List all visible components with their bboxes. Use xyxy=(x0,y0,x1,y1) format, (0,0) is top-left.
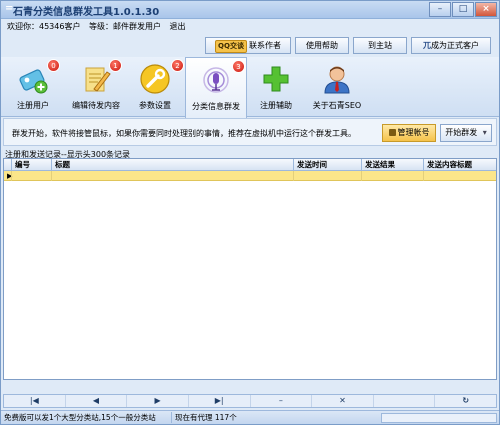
manage-account-button[interactable]: 管理帐号 xyxy=(382,124,436,142)
nav-delete-button[interactable]: – xyxy=(251,395,313,407)
toolbar-edit-label: 编辑待发内容 xyxy=(72,101,120,110)
row-cell-content-title[interactable] xyxy=(424,171,496,181)
broadcast-icon xyxy=(203,67,229,93)
help-button[interactable]: 使用帮助 xyxy=(295,37,349,54)
broadcast-panel: 群发开始，软件将接管鼠标，如果你需要同时处理别的事情，推荐在虚拟机中运行这个群发… xyxy=(3,118,497,146)
qq-chat-icon: QQ交谈 xyxy=(215,40,247,53)
toolbar-about[interactable]: 关于石青SEO xyxy=(309,57,365,117)
status-progress xyxy=(381,413,497,423)
contact-author-button[interactable]: QQ交谈 联系作者 xyxy=(205,37,291,54)
plus-icon xyxy=(263,66,289,92)
col-title[interactable]: 标题 xyxy=(52,159,294,171)
nav-last-button[interactable]: ▶| xyxy=(189,395,251,407)
toolbar-edit-content[interactable]: 1 编辑待发内容 xyxy=(65,57,127,117)
start-broadcast-button[interactable]: 开始群发 ▾ xyxy=(440,124,492,142)
manage-account-label: 管理帐号 xyxy=(397,128,430,137)
grid-navigator: |◀ ◀ ▶ ▶| – ✕ ↻ xyxy=(3,394,497,408)
level-text: 等级：邮件群发用户 xyxy=(89,22,161,31)
chevron-down-icon[interactable]: ▾ xyxy=(483,128,487,137)
close-button[interactable]: × xyxy=(475,2,497,17)
contact-author-label: 联系作者 xyxy=(248,41,281,50)
col-number[interactable]: 编号 xyxy=(12,159,52,171)
col-send-content-title[interactable]: 发送内容标题 xyxy=(424,159,496,171)
toolbar-broadcast-badge: 3 xyxy=(232,60,245,73)
toolbar-broadcast[interactable]: 3 分类信息群发 xyxy=(185,57,247,118)
nav-next-button[interactable]: ▶ xyxy=(127,395,189,407)
user-info-bar: 欢迎你：45346客户 等级：邮件群发用户 退出 xyxy=(7,21,192,32)
toolbar-register-helper-label: 注册辅助 xyxy=(260,101,292,110)
top-button-row: QQ交谈 联系作者 使用帮助 到主站 兀成为正式客户 xyxy=(205,37,495,54)
grid-header: 编号 标题 发送时间 发送结果 发送内容标题 xyxy=(4,159,496,171)
row-cell-send-result[interactable] xyxy=(362,171,424,181)
toolbar-register-label: 注册用户 xyxy=(17,101,49,110)
toolbar-settings-label: 参数设置 xyxy=(139,101,171,110)
user-icon xyxy=(324,66,350,94)
window-title: 石青分类信息群发工具1.0.1.30 xyxy=(13,7,160,18)
toolbar-broadcast-label: 分类信息群发 xyxy=(192,102,240,111)
window-controls: – □ × xyxy=(428,2,497,17)
toolbar-edit-badge: 1 xyxy=(109,59,122,72)
account-icon xyxy=(388,129,396,136)
home-site-button[interactable]: 到主站 xyxy=(353,37,407,54)
main-toolbar: 0 注册用户 1 编辑待发内容 2 参数设置 3 分类信息群发 注册辅助 关于石… xyxy=(1,57,499,118)
row-cell-index xyxy=(4,171,12,181)
toolbar-register-badge: 0 xyxy=(47,59,60,72)
status-divider xyxy=(171,412,172,423)
nav-blank-button[interactable] xyxy=(374,395,436,407)
nav-cancel-button[interactable]: ✕ xyxy=(312,395,374,407)
broadcast-notice: 群发开始，软件将接管鼠标，如果你需要同时处理别的事情，推荐在虚拟机中运行这个群发… xyxy=(12,129,356,138)
table-row[interactable]: ▶ xyxy=(4,171,496,181)
maximize-button[interactable]: □ xyxy=(452,2,474,17)
status-proxy-text: 现在有代理 117个 xyxy=(175,413,237,422)
logout-link[interactable]: 退出 xyxy=(170,22,186,31)
start-broadcast-label: 开始群发 xyxy=(445,128,478,137)
upgrade-icon: 兀 xyxy=(423,41,431,50)
nav-first-button[interactable]: |◀ xyxy=(4,395,66,407)
col-index[interactable] xyxy=(4,159,12,171)
records-grid[interactable]: 编号 标题 发送时间 发送结果 发送内容标题 ▶ xyxy=(3,158,497,380)
nav-prev-button[interactable]: ◀ xyxy=(66,395,128,407)
settings-icon xyxy=(140,64,170,94)
welcome-text: 欢迎你：45346客户 xyxy=(7,22,81,31)
row-cell-title[interactable] xyxy=(52,171,294,181)
main-window: = 石青分类信息群发工具1.0.1.30 – □ × 欢迎你：45346客户 等… xyxy=(0,0,500,425)
col-send-result[interactable]: 发送结果 xyxy=(362,159,424,171)
toolbar-register-helper[interactable]: 注册辅助 xyxy=(251,57,301,117)
row-cell-send-time[interactable] xyxy=(294,171,362,181)
edit-icon xyxy=(85,67,111,92)
register-icon xyxy=(19,69,48,94)
toolbar-about-label: 关于石青SEO xyxy=(312,101,362,110)
status-license-text: 免费版可以发1个大型分类站,15个一般分类站 xyxy=(4,413,156,422)
nav-refresh-button[interactable]: ↻ xyxy=(435,395,496,407)
toolbar-settings[interactable]: 2 参数设置 xyxy=(131,57,184,117)
upgrade-label: 成为正式客户 xyxy=(431,41,479,50)
minimize-button[interactable]: – xyxy=(429,2,451,17)
status-bar: 免费版可以发1个大型分类站,15个一般分类站 现在有代理 117个 xyxy=(1,410,499,424)
upgrade-button[interactable]: 兀成为正式客户 xyxy=(411,37,491,54)
row-cell-number[interactable] xyxy=(12,171,52,181)
col-send-time[interactable]: 发送时间 xyxy=(294,159,362,171)
toolbar-settings-badge: 2 xyxy=(171,59,184,72)
title-bar: = 石青分类信息群发工具1.0.1.30 – □ × xyxy=(1,1,499,19)
toolbar-register[interactable]: 0 注册用户 xyxy=(7,57,60,117)
